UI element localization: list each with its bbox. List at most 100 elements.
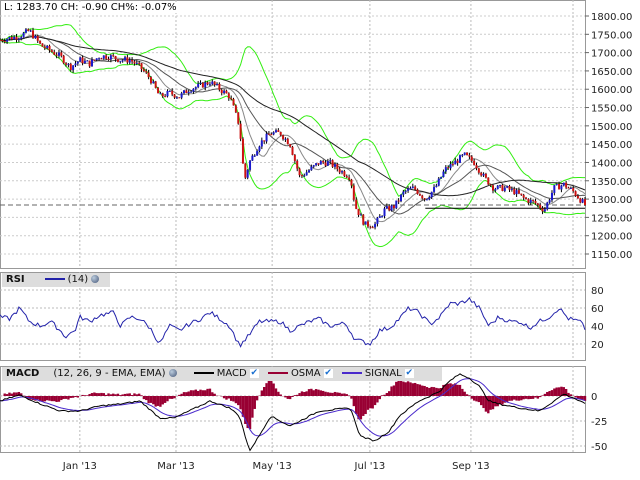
osma-bar (97, 393, 101, 396)
candle-body (430, 191, 433, 198)
candle-body (312, 165, 315, 167)
candle-body (357, 208, 360, 216)
candle-body (350, 179, 353, 186)
osma-bar (12, 392, 16, 396)
osma-bar (463, 391, 466, 396)
macd-label: MACD (216, 368, 247, 379)
candle-body (421, 195, 424, 199)
candle-body (121, 60, 124, 62)
macd-line (0, 373, 586, 452)
osma-bar (541, 395, 544, 396)
osma-bar (206, 388, 209, 396)
osma-bar (100, 392, 103, 396)
candle-body (536, 203, 539, 205)
y-tick-label: 1200.00 (591, 232, 632, 243)
y-tick-label: 1650.00 (591, 67, 632, 78)
osma-bar (227, 396, 231, 399)
rsi-tick-label: 40 (591, 322, 604, 333)
candle-body (86, 60, 89, 62)
candle-body (336, 164, 339, 170)
osma-bar (520, 396, 523, 401)
candle-body (230, 98, 233, 100)
candle-body (22, 32, 25, 38)
osma-bar (265, 383, 268, 396)
candle-body (237, 112, 240, 124)
osma-bar (522, 396, 525, 400)
candle-body (366, 221, 369, 227)
osma-bar (83, 395, 87, 396)
osma-bar (345, 394, 348, 396)
osma-bar (390, 386, 393, 396)
candle-body (142, 69, 145, 72)
candle-body (475, 165, 478, 169)
candle-body (324, 162, 327, 166)
candle-body (447, 167, 450, 169)
osma-bar (145, 396, 148, 401)
osma-bar (406, 381, 410, 396)
candle-body (525, 197, 528, 200)
osma-bar (248, 396, 252, 430)
candle-body (359, 214, 362, 216)
osma-bar (93, 392, 96, 396)
osma-bar (489, 396, 492, 410)
candle-body (157, 87, 160, 94)
osma-checkbox[interactable]: ✔ (323, 368, 333, 378)
candle-body (50, 50, 53, 52)
osma-bar (303, 391, 306, 396)
candle-body (57, 52, 60, 56)
candle-body (67, 63, 70, 65)
osma-bar (350, 396, 353, 399)
candle-body (362, 214, 365, 225)
candle-body (435, 185, 438, 188)
osma-bar (298, 393, 301, 396)
candle-body (345, 175, 348, 178)
candle-body (109, 55, 112, 60)
osma-bar (119, 395, 122, 396)
candle-body (550, 192, 553, 201)
globe-icon[interactable] (91, 275, 100, 283)
osma-bar (48, 396, 51, 401)
candle-body (371, 227, 374, 229)
candle-body (562, 182, 565, 186)
candle-body (348, 177, 351, 180)
globe-icon[interactable] (168, 369, 177, 377)
osma-bar (362, 396, 365, 416)
osma-bar (154, 396, 157, 407)
candle-body (124, 57, 127, 61)
osma-bar (550, 390, 554, 396)
candle-body (473, 160, 476, 166)
candle-body (263, 140, 266, 142)
y-tick-label: 1800.00 (591, 12, 632, 23)
osma-bar (510, 396, 514, 401)
signal-swatch (341, 372, 362, 374)
osma-bar (336, 392, 339, 396)
candle-body (15, 36, 18, 40)
y-tick-label: 1550.00 (591, 104, 632, 115)
signal-checkbox[interactable]: ✔ (404, 368, 414, 378)
osma-bar (326, 392, 330, 396)
stock-chart: 1800.00 1750.00 1700.00 1650.00 1600.00 1550.… (0, 0, 632, 472)
osma-bar (194, 389, 197, 396)
candle-body (444, 167, 447, 172)
candle-body (560, 185, 563, 190)
candle-body (470, 156, 473, 161)
macd-tick-label: 0 (591, 392, 597, 403)
osma-bar (352, 396, 356, 407)
candle-body (246, 169, 249, 178)
osma-bar (411, 383, 415, 396)
osma-bar (461, 388, 464, 396)
macd-checkbox[interactable]: ✔ (249, 368, 259, 378)
osma-bar (102, 393, 105, 396)
candle-body (409, 188, 412, 190)
osma-bar (364, 396, 367, 415)
candle-body (48, 45, 51, 51)
candle-body (584, 199, 586, 206)
candle-body (81, 57, 84, 64)
y-tick-label: 1150.00 (591, 250, 632, 261)
osma-bar (279, 394, 282, 396)
candle-body (206, 82, 209, 85)
candle-body (244, 163, 247, 178)
y-tick-label: 1350.00 (591, 177, 632, 188)
candle-body (34, 35, 37, 39)
macd-legend: MACD (12, 26, 9 - EMA, EMA) MACD ✔ OSMA ✔ S… (2, 367, 442, 381)
